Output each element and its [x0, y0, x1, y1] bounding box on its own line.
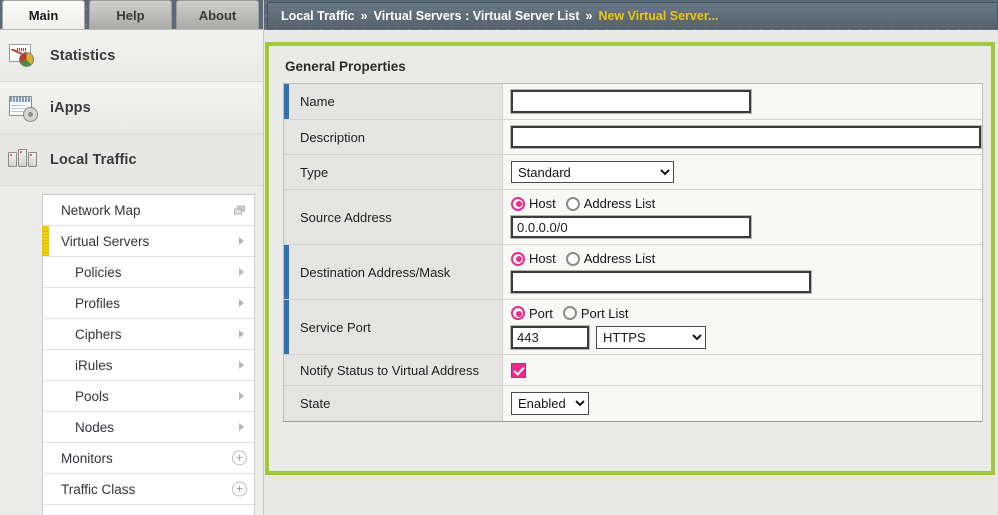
sidebar-item-ciphers[interactable]: Ciphers — [43, 319, 254, 350]
sidebar-item-irules-label: iRules — [75, 358, 113, 373]
sidebar-item-irules[interactable]: iRules — [43, 350, 254, 381]
row-service-port: Service Port Port Port List HTTPS — [284, 300, 982, 355]
general-properties-panel: General Properties Name Description — [265, 42, 995, 475]
row-notify-status: Notify Status to Virtual Address — [284, 355, 982, 386]
service-port-list-radio[interactable] — [563, 306, 577, 320]
window-overlap-icon — [234, 206, 245, 215]
row-name-label: Name — [284, 84, 503, 119]
breadcrumb-virtual-server-list[interactable]: Virtual Servers : Virtual Server List — [374, 9, 580, 23]
content-area: Local Traffic » Virtual Servers : Virtua… — [264, 0, 998, 515]
tab-help-label: Help — [116, 8, 144, 23]
sidebar-item-network-map-label: Network Map — [61, 203, 141, 218]
name-input[interactable] — [511, 90, 751, 113]
nav-module-local-traffic[interactable]: Local Traffic — [0, 134, 263, 186]
sidebar-item-nodes[interactable]: Nodes — [43, 412, 254, 443]
row-name: Name — [284, 84, 982, 120]
sidebar-item-traffic-class[interactable]: Traffic Class + — [43, 474, 254, 505]
row-destination-address: Destination Address/Mask Host Address Li… — [284, 245, 982, 300]
nav-module-statistics-label: Statistics — [50, 48, 115, 64]
chevron-right-icon — [239, 392, 244, 400]
sidebar-item-network-map[interactable]: Network Map — [43, 195, 254, 226]
row-description-label: Description — [284, 120, 503, 154]
description-input[interactable] — [511, 126, 981, 148]
sidebar-item-pools[interactable]: Pools — [43, 381, 254, 412]
breadcrumb-current-page: New Virtual Server... — [598, 9, 718, 23]
service-port-select[interactable]: HTTPS — [596, 326, 706, 349]
sidebar-item-policies-label: Policies — [75, 265, 122, 280]
sidebar-item-ciphers-label: Ciphers — [75, 327, 122, 342]
service-port-label: Port — [529, 306, 553, 321]
chevron-right-icon — [239, 361, 244, 369]
row-type: Type Standard — [284, 155, 982, 190]
tab-help[interactable]: Help — [89, 0, 172, 29]
service-port-input[interactable] — [511, 326, 589, 349]
local-traffic-submenu: Network Map Virtual Servers Policies Pro… — [42, 194, 255, 515]
row-state-label: State — [284, 386, 503, 421]
nav-module-iapps[interactable]: iApps — [0, 82, 263, 134]
service-port-radio[interactable] — [511, 306, 525, 320]
row-state: State Enabled — [284, 386, 982, 421]
sidebar-item-monitors-label: Monitors — [61, 451, 113, 466]
tab-main[interactable]: Main — [2, 0, 85, 29]
iapps-icon — [8, 93, 38, 123]
row-service-port-label: Service Port — [284, 300, 503, 354]
row-source-address-label: Source Address — [284, 190, 503, 244]
nav-module-statistics[interactable]: Statistics — [0, 30, 263, 82]
row-description: Description — [284, 120, 982, 155]
row-source-address: Source Address Host Address List — [284, 190, 982, 245]
chevron-right-icon — [239, 299, 244, 307]
breadcrumb-separator: » — [361, 9, 368, 23]
local-traffic-icon — [8, 145, 38, 175]
app-root: Main Help About Statistics iApps — [0, 0, 998, 515]
row-destination-address-label: Destination Address/Mask — [284, 245, 503, 299]
plus-circle-icon[interactable]: + — [232, 451, 247, 466]
general-properties-table: Name Description Type — [283, 83, 983, 422]
plus-circle-icon[interactable]: + — [232, 482, 247, 497]
chevron-right-icon — [239, 237, 244, 245]
notify-status-checkbox[interactable] — [511, 363, 526, 378]
sidebar-item-nodes-label: Nodes — [75, 420, 114, 435]
destination-host-label: Host — [529, 251, 556, 266]
sidebar-item-profiles-label: Profiles — [75, 296, 120, 311]
page-title: General Properties — [269, 46, 991, 83]
service-port-list-label: Port List — [581, 306, 629, 321]
breadcrumb-local-traffic[interactable]: Local Traffic — [281, 9, 355, 23]
row-notify-status-label: Notify Status to Virtual Address — [284, 355, 503, 385]
source-address-input[interactable] — [511, 216, 751, 238]
sidebar-item-monitors[interactable]: Monitors + — [43, 443, 254, 474]
top-tab-strip: Main Help About — [0, 0, 263, 30]
tab-main-label: Main — [29, 8, 59, 23]
source-address-list-radio[interactable] — [566, 197, 580, 211]
source-address-host-radio[interactable] — [511, 197, 525, 211]
chevron-right-icon — [239, 268, 244, 276]
destination-host-radio[interactable] — [511, 252, 525, 266]
sidebar-item-virtual-servers[interactable]: Virtual Servers — [43, 226, 254, 257]
state-select[interactable]: Enabled — [511, 392, 589, 415]
sidebar-item-virtual-servers-label: Virtual Servers — [61, 234, 149, 249]
sidebar-item-address-translation[interactable]: Address Translation — [43, 505, 254, 515]
left-navigation: Main Help About Statistics iApps — [0, 0, 264, 515]
destination-address-list-label: Address List — [584, 251, 656, 266]
sidebar-item-pools-label: Pools — [75, 389, 109, 404]
type-select[interactable]: Standard — [511, 161, 674, 183]
statistics-icon — [8, 41, 38, 71]
sidebar-item-traffic-class-label: Traffic Class — [61, 482, 135, 497]
nav-module-local-traffic-label: Local Traffic — [50, 152, 137, 168]
nav-module-iapps-label: iApps — [50, 100, 91, 116]
source-address-host-label: Host — [529, 196, 556, 211]
breadcrumb: Local Traffic » Virtual Servers : Virtua… — [267, 2, 998, 29]
row-type-label: Type — [284, 155, 503, 189]
sidebar-item-policies[interactable]: Policies — [43, 257, 254, 288]
source-address-list-label: Address List — [584, 196, 656, 211]
breadcrumb-bar: Local Traffic » Virtual Servers : Virtua… — [264, 0, 998, 30]
sidebar-item-profiles[interactable]: Profiles — [43, 288, 254, 319]
tab-about-label: About — [199, 8, 237, 23]
chevron-right-icon — [239, 423, 244, 431]
destination-address-list-radio[interactable] — [566, 252, 580, 266]
tab-about[interactable]: About — [176, 0, 259, 29]
breadcrumb-separator: » — [585, 9, 592, 23]
chevron-right-icon — [239, 330, 244, 338]
destination-address-input[interactable] — [511, 271, 811, 293]
